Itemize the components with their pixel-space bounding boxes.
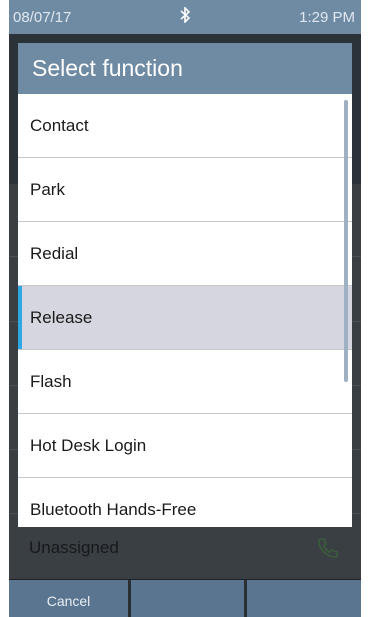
dialog-title: Select function (18, 43, 352, 94)
function-item-park[interactable]: Park (18, 158, 352, 222)
function-item-hot-desk-login[interactable]: Hot Desk Login (18, 414, 352, 478)
status-date: 08/07/17 (13, 9, 72, 26)
softkey-2[interactable] (131, 580, 244, 617)
function-item-redial[interactable]: Redial (18, 222, 352, 286)
function-item-flash[interactable]: Flash (18, 350, 352, 414)
function-item-bluetooth-hands-free[interactable]: Bluetooth Hands-Free (18, 478, 352, 527)
function-item-release[interactable]: Release (18, 286, 352, 350)
softkey-3[interactable] (247, 580, 361, 617)
softkey-bar: Cancel (9, 580, 361, 617)
phone-icon (316, 536, 340, 560)
function-list: Contact Park Redial Release Flash Hot De… (18, 94, 352, 527)
function-item-contact[interactable]: Contact (18, 94, 352, 158)
status-time: 1:29 PM (299, 9, 355, 26)
select-function-dialog: Select function Contact Park Redial Rele… (18, 43, 352, 527)
status-bar: 08/07/17 1:29 PM (9, 0, 361, 34)
bluetooth-icon (179, 6, 191, 28)
cancel-softkey[interactable]: Cancel (9, 580, 128, 617)
unassigned-label: Unassigned (29, 538, 119, 557)
list-scrollbar[interactable] (344, 100, 348, 382)
